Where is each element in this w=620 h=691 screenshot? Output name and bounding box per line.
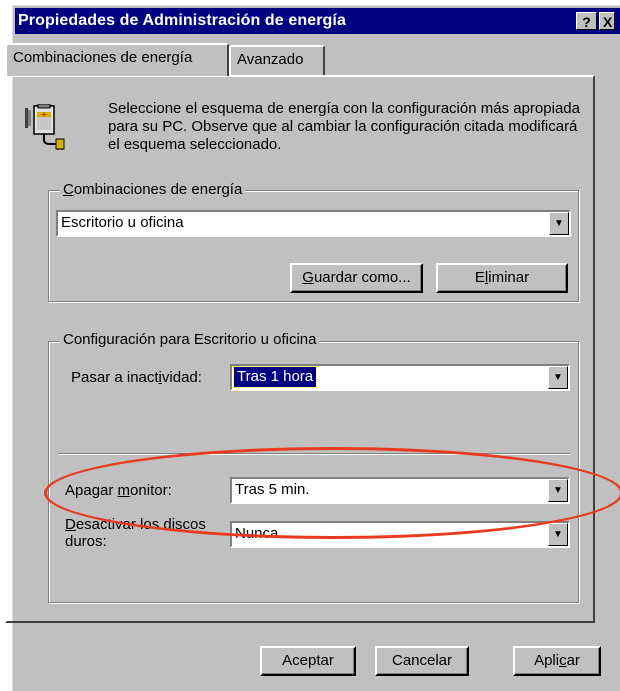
settings-group-label: Configuración para Escritorio u oficina: [60, 331, 320, 348]
chevron-down-icon[interactable]: ▼: [548, 523, 568, 546]
window-title: Propiedades de Administración de energía: [18, 12, 346, 29]
delete-button[interactable]: Eliminar: [436, 263, 568, 293]
monitor-select[interactable]: Tras 5 min. ▼: [230, 477, 570, 504]
scheme-select[interactable]: Escritorio u oficina ▼: [56, 210, 571, 237]
chevron-down-icon[interactable]: ▼: [548, 479, 568, 502]
svg-text:+: +: [41, 110, 48, 119]
disks-select[interactable]: Nunca ▼: [230, 521, 570, 548]
ok-button[interactable]: Aceptar: [260, 646, 356, 676]
tab-avanzado[interactable]: Avanzado: [229, 45, 325, 75]
schemes-group-label: Combinaciones de energía: [60, 181, 246, 198]
divider: [58, 453, 570, 455]
close-button[interactable]: X: [599, 12, 615, 30]
chevron-down-icon[interactable]: ▼: [548, 366, 568, 389]
intro-text: Seleccione el esquema de energía con la …: [108, 100, 580, 153]
standby-select[interactable]: Tras 1 hora ▼: [230, 364, 570, 391]
standby-label: Pasar a inactividad:: [71, 369, 202, 386]
cancel-button[interactable]: Cancelar: [375, 646, 469, 676]
chevron-down-icon[interactable]: ▼: [549, 212, 569, 235]
save-as-button[interactable]: Guardar como...: [290, 263, 423, 293]
schemes-group-label-text: ombinaciones de energía: [73, 181, 243, 198]
tab-combinaciones[interactable]: Combinaciones de energía: [5, 43, 229, 76]
apply-button[interactable]: Aplicar: [513, 646, 601, 676]
disks-label: Desactivar los discos duros:: [65, 516, 206, 550]
disks-select-value: Nunca: [235, 525, 279, 542]
power-battery-icon: +: [25, 104, 65, 150]
monitor-select-value: Tras 5 min.: [235, 481, 310, 498]
title-bar[interactable]: Propiedades de Administración de energía…: [15, 8, 620, 34]
standby-select-value: Tras 1 hora: [232, 366, 318, 388]
monitor-label: Apagar monitor:: [65, 482, 172, 499]
scheme-select-value: Escritorio u oficina: [61, 214, 184, 231]
help-button[interactable]: ?: [576, 12, 597, 30]
